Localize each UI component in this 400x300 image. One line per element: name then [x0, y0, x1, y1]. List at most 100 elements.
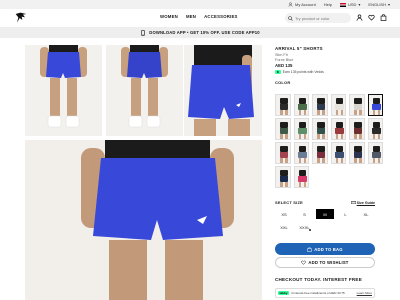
- color-swatch[interactable]: [349, 142, 365, 164]
- chevron-down-icon: ▾: [387, 2, 390, 7]
- color-label: COLOR: [275, 80, 291, 85]
- swatch-leg: [317, 158, 320, 163]
- size-option-l[interactable]: L: [337, 209, 355, 219]
- currency-selector[interactable]: USD ▾: [339, 2, 360, 7]
- color-swatch[interactable]: [367, 142, 383, 164]
- swatch-leg: [354, 110, 357, 115]
- swatch-leg: [372, 158, 376, 163]
- swatch-leg: [317, 110, 320, 115]
- language-label: ENGLISH: [368, 2, 386, 7]
- swatch-leg: [280, 134, 283, 139]
- swatch-leg: [280, 110, 283, 115]
- swatch-leg: [298, 158, 302, 163]
- learn-more-link[interactable]: Learn More: [357, 291, 372, 295]
- user-icon[interactable]: [356, 14, 363, 21]
- product-image-back[interactable]: [106, 45, 183, 136]
- color-swatch[interactable]: [275, 142, 291, 164]
- swatch-leg: [335, 134, 339, 139]
- swatch-leg: [280, 182, 283, 187]
- color-swatch[interactable]: [312, 118, 328, 140]
- tabby-installment-text: 4 interest-free installments of AED 33.7…: [291, 291, 345, 295]
- swatch-leg: [285, 158, 288, 163]
- color-swatch[interactable]: [330, 94, 346, 116]
- color-swatch[interactable]: [330, 142, 346, 164]
- color-swatch[interactable]: [349, 94, 365, 116]
- swatch-leg: [377, 110, 381, 115]
- add-to-wishlist-label: ADD TO WISHLIST: [308, 260, 349, 265]
- swatch-leg: [285, 110, 288, 115]
- color-swatch[interactable]: [293, 94, 309, 116]
- swatch-leg: [285, 134, 288, 139]
- swatch-leg: [280, 158, 283, 163]
- swatch-leg: [285, 182, 288, 187]
- promo-banner[interactable]: DOWNLOAD APP • GET 10% OFF. USE CODE APP…: [0, 27, 400, 38]
- color-swatch[interactable]: [275, 94, 291, 116]
- swatch-leg: [322, 110, 325, 115]
- currency-label: USD: [347, 2, 357, 7]
- size-label: XL: [363, 211, 369, 217]
- color-swatch[interactable]: [293, 166, 309, 188]
- nav-accessories[interactable]: ACCESSORIES: [204, 14, 237, 19]
- search-box[interactable]: [285, 13, 351, 23]
- size-header: SELECT SIZE Size Guide: [275, 200, 375, 205]
- color-swatches: [275, 94, 383, 188]
- swatch-leg: [322, 158, 325, 163]
- swatch-leg: [354, 134, 357, 139]
- color-swatch[interactable]: [330, 118, 346, 140]
- swatch-leg: [335, 158, 339, 163]
- color-swatch[interactable]: [275, 118, 291, 140]
- bag-small-icon: [307, 246, 312, 252]
- color-swatch[interactable]: [367, 94, 383, 116]
- swatch-leg: [359, 134, 362, 139]
- phone-icon: [141, 29, 146, 36]
- product-image-side[interactable]: [184, 45, 262, 136]
- my-account-link[interactable]: My Account: [288, 2, 316, 7]
- swatch-leg: [317, 134, 320, 139]
- nav-men[interactable]: MEN: [186, 14, 196, 19]
- size-label: S: [303, 211, 306, 217]
- color-swatch[interactable]: [312, 142, 328, 164]
- swatch-leg: [359, 158, 362, 163]
- size-label: XS: [281, 211, 287, 217]
- search-input[interactable]: [295, 15, 347, 21]
- color-swatch[interactable]: [275, 166, 291, 188]
- product-image-closeup[interactable]: [25, 140, 262, 300]
- color-swatch[interactable]: [367, 118, 383, 140]
- product-image-front[interactable]: [25, 45, 102, 136]
- add-to-bag-button[interactable]: ADD TO BAG: [275, 243, 375, 255]
- help-link[interactable]: Help: [324, 2, 332, 7]
- swatch-leg: [377, 158, 381, 163]
- size-option-xxl[interactable]: XXL: [275, 222, 293, 232]
- heart-icon[interactable]: [368, 14, 375, 21]
- swatch-leg: [359, 110, 362, 115]
- size-label: XXL: [280, 224, 288, 230]
- main-header: WOMEN MEN ACCESSORIES: [0, 9, 400, 27]
- nav-women[interactable]: WOMEN: [160, 14, 178, 19]
- swatch-leg: [340, 158, 344, 163]
- size-option-s[interactable]: S: [296, 209, 314, 219]
- swatch-leg: [303, 134, 307, 139]
- user-small-icon: [288, 2, 293, 7]
- points-info: ★ Earn 135 points with Vedds: [275, 70, 375, 74]
- size-option-m[interactable]: M: [316, 209, 334, 219]
- color-swatch[interactable]: [349, 118, 365, 140]
- language-selector[interactable]: ENGLISH ▾: [368, 2, 390, 7]
- size-option-xs[interactable]: XS: [275, 209, 293, 219]
- gymshark-logo-icon[interactable]: [14, 12, 28, 24]
- model-back-image: [106, 45, 183, 136]
- color-swatch[interactable]: [312, 94, 328, 116]
- swatch-leg: [340, 110, 344, 115]
- model-front-image: [25, 45, 102, 136]
- product-fit: Slim Fit: [275, 52, 288, 57]
- bag-icon[interactable]: [380, 14, 387, 21]
- size-option-xxxl[interactable]: XXXL: [296, 222, 314, 232]
- add-to-wishlist-button[interactable]: ADD TO WISHLIST: [275, 257, 375, 268]
- color-swatch[interactable]: [293, 118, 309, 140]
- color-swatch[interactable]: [293, 142, 309, 164]
- size-label: L: [344, 211, 347, 217]
- header-icons: [356, 14, 387, 21]
- size-option-xl[interactable]: XL: [357, 209, 375, 219]
- size-guide-link[interactable]: Size Guide: [350, 201, 375, 205]
- select-size-label: SELECT SIZE: [275, 200, 303, 205]
- ruler-icon: [350, 201, 356, 204]
